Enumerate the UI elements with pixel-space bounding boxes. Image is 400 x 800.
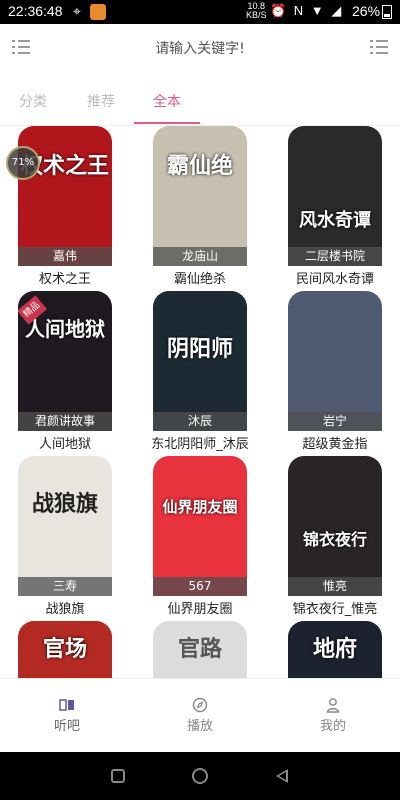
- net-speed: 10.8 KB/S: [246, 2, 267, 20]
- cover-text: 阴阳师: [166, 336, 233, 362]
- book-grid: 权术之王 嘉伟 权术之王 霸仙绝 龙庙山 霸仙绝杀 风水奇谭 二层楼书院 民间风…: [0, 126, 400, 678]
- home-button[interactable]: [192, 768, 208, 784]
- cover-text: 战狼旗: [31, 491, 98, 517]
- battery-percent: 26%: [352, 3, 381, 19]
- book-cover[interactable]: 地府: [288, 621, 382, 678]
- battery-icon: [382, 5, 392, 19]
- book-cover[interactable]: 权术之王: [18, 126, 112, 266]
- list-icon[interactable]: [370, 40, 388, 56]
- cover-text: 地府: [312, 636, 357, 662]
- nav-play-label: 播放: [186, 719, 213, 734]
- bottom-nav: 听吧 播放 我的: [0, 678, 400, 752]
- user-icon: [326, 698, 340, 713]
- book-author: 沐辰: [153, 412, 247, 431]
- book-title: 民间风水奇谭: [295, 272, 374, 287]
- cover-text: 锦衣夜行: [302, 530, 367, 549]
- book-cover[interactable]: 风水奇谭: [288, 126, 382, 266]
- book-title: 仙界朋友圈: [167, 602, 233, 617]
- book-cover[interactable]: 官场: [18, 621, 112, 678]
- book-cover[interactable]: 霸仙绝: [153, 126, 247, 266]
- book-author: 君颜讲故事: [18, 412, 112, 431]
- book-title: 战狼旗: [45, 602, 85, 617]
- tab-active-indicator: [134, 122, 200, 124]
- book-author: 嘉伟: [18, 247, 112, 266]
- tab-recommend[interactable]: 推荐: [87, 91, 115, 111]
- app-notification-icon: [90, 4, 106, 20]
- book-author: 岩宁: [288, 412, 382, 431]
- nav-mine-label: 我的: [319, 719, 346, 734]
- book-title: 权术之王: [38, 272, 91, 287]
- book-author: 三寿: [18, 577, 112, 596]
- book-author: 二层楼书院: [288, 247, 382, 266]
- status-bar: 22:36:48 ⌖ 10.8 KB/S ⏰ N ▼ ◢ 26%: [0, 0, 400, 24]
- cover-text: 霸仙绝: [166, 153, 233, 179]
- book-icon: [59, 699, 74, 711]
- book-author: 惟亮: [288, 577, 382, 596]
- book-cover[interactable]: [288, 291, 382, 431]
- cover-text: 风水奇谭: [299, 210, 371, 231]
- recents-button[interactable]: [111, 769, 125, 783]
- nav-listen-label: 听吧: [53, 719, 80, 734]
- cover-text: 官场: [42, 636, 87, 662]
- back-button[interactable]: [276, 769, 288, 783]
- book-cover[interactable]: 阴阳师: [153, 291, 247, 431]
- book-cover[interactable]: 仙界朋友圈: [153, 456, 247, 596]
- nav-play[interactable]: 播放: [160, 697, 240, 734]
- book-title: 锦衣夜行_惟亮: [292, 602, 378, 617]
- search-input[interactable]: 请输入关键字!: [40, 38, 360, 58]
- book-title: 东北阴阳师_沐辰: [151, 437, 249, 452]
- system-icons: ⏰ N ▼ ◢: [270, 3, 344, 18]
- top-bar: 请输入关键字!: [0, 24, 400, 76]
- cover-text: 官路: [177, 636, 222, 662]
- book-title: 人间地狱: [38, 437, 91, 452]
- book-cover[interactable]: 战狼旗: [18, 456, 112, 596]
- system-nav-bar: [0, 752, 400, 800]
- book-title: 霸仙绝杀: [173, 272, 226, 287]
- book-cover[interactable]: 人间地狱 精品: [18, 291, 112, 431]
- menu-icon[interactable]: [12, 40, 30, 56]
- book-title: 超级黄金指: [302, 437, 368, 452]
- net-speed-unit: KB/S: [246, 10, 267, 20]
- location-icon: ⌖: [73, 3, 81, 19]
- nav-mine[interactable]: 我的: [293, 697, 373, 734]
- tab-complete[interactable]: 全本: [153, 91, 181, 111]
- nav-listen[interactable]: 听吧: [27, 697, 107, 734]
- book-author: 龙庙山: [153, 247, 247, 266]
- compass-icon: [192, 697, 208, 713]
- playback-progress-badge[interactable]: 71%: [6, 146, 40, 180]
- category-tabs: 分类 推荐 全本: [0, 82, 400, 126]
- book-cover[interactable]: 锦衣夜行: [288, 456, 382, 596]
- tab-category[interactable]: 分类: [19, 91, 47, 111]
- status-time: 22:36:48: [8, 3, 63, 19]
- book-author: 567: [153, 577, 247, 596]
- cover-text: 仙界朋友圈: [162, 498, 238, 516]
- book-cover[interactable]: 官路: [153, 621, 247, 678]
